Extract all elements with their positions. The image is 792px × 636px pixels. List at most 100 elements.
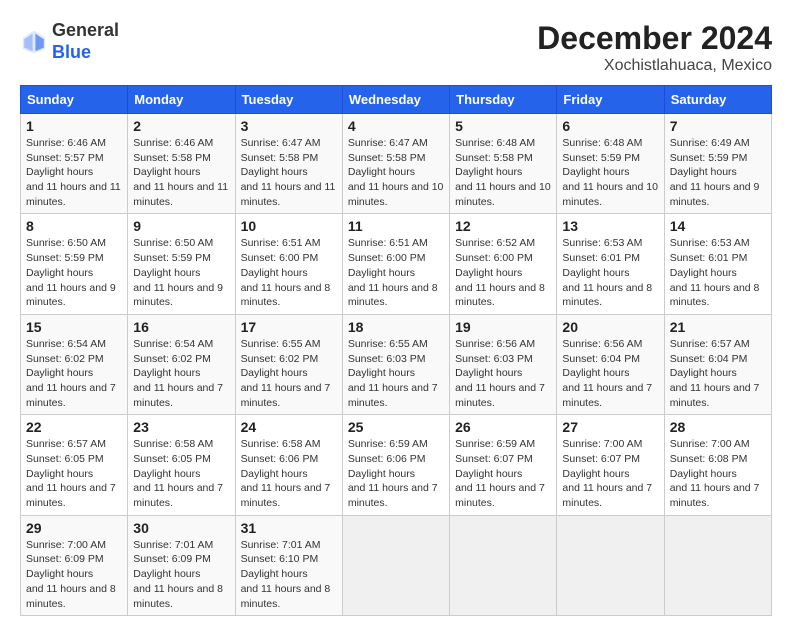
day-detail: Sunrise: 6:46 AM Sunset: 5:57 PM Dayligh… [26,136,122,209]
day-detail: Sunrise: 7:00 AM Sunset: 6:09 PM Dayligh… [26,538,122,611]
calendar-day-14: 14 Sunrise: 6:53 AM Sunset: 6:01 PM Dayl… [664,214,771,314]
day-number: 30 [133,520,229,536]
day-number: 26 [455,419,551,435]
calendar-day-27: 27 Sunrise: 7:00 AM Sunset: 6:07 PM Dayl… [557,415,664,515]
day-detail: Sunrise: 6:55 AM Sunset: 6:03 PM Dayligh… [348,337,444,410]
calendar-day-31: 31 Sunrise: 7:01 AM Sunset: 6:10 PM Dayl… [235,515,342,615]
calendar-empty-cell [557,515,664,615]
day-number: 5 [455,118,551,134]
day-detail: Sunrise: 6:53 AM Sunset: 6:01 PM Dayligh… [562,236,658,309]
logo: General Blue [20,20,119,63]
day-number: 25 [348,419,444,435]
day-number: 21 [670,319,766,335]
day-detail: Sunrise: 6:48 AM Sunset: 5:58 PM Dayligh… [455,136,551,209]
day-number: 27 [562,419,658,435]
calendar-day-20: 20 Sunrise: 6:56 AM Sunset: 6:04 PM Dayl… [557,314,664,414]
day-detail: Sunrise: 6:55 AM Sunset: 6:02 PM Dayligh… [241,337,337,410]
calendar-day-6: 6 Sunrise: 6:48 AM Sunset: 5:59 PM Dayli… [557,114,664,214]
day-detail: Sunrise: 6:48 AM Sunset: 5:59 PM Dayligh… [562,136,658,209]
day-number: 10 [241,218,337,234]
day-detail: Sunrise: 6:46 AM Sunset: 5:58 PM Dayligh… [133,136,229,209]
calendar-day-24: 24 Sunrise: 6:58 AM Sunset: 6:06 PM Dayl… [235,415,342,515]
day-number: 28 [670,419,766,435]
title-block: December 2024 Xochistlahuaca, Mexico [537,20,772,75]
day-detail: Sunrise: 6:58 AM Sunset: 6:06 PM Dayligh… [241,437,337,510]
day-detail: Sunrise: 6:56 AM Sunset: 6:03 PM Dayligh… [455,337,551,410]
calendar-header-tuesday: Tuesday [235,86,342,114]
day-number: 13 [562,218,658,234]
day-number: 6 [562,118,658,134]
calendar-day-25: 25 Sunrise: 6:59 AM Sunset: 6:06 PM Dayl… [342,415,449,515]
day-detail: Sunrise: 6:59 AM Sunset: 6:06 PM Dayligh… [348,437,444,510]
calendar-day-30: 30 Sunrise: 7:01 AM Sunset: 6:09 PM Dayl… [128,515,235,615]
calendar-day-11: 11 Sunrise: 6:51 AM Sunset: 6:00 PM Dayl… [342,214,449,314]
day-number: 2 [133,118,229,134]
day-number: 3 [241,118,337,134]
calendar-day-5: 5 Sunrise: 6:48 AM Sunset: 5:58 PM Dayli… [450,114,557,214]
day-detail: Sunrise: 6:53 AM Sunset: 6:01 PM Dayligh… [670,236,766,309]
day-detail: Sunrise: 6:56 AM Sunset: 6:04 PM Dayligh… [562,337,658,410]
calendar-day-8: 8 Sunrise: 6:50 AM Sunset: 5:59 PM Dayli… [21,214,128,314]
day-number: 7 [670,118,766,134]
calendar-day-15: 15 Sunrise: 6:54 AM Sunset: 6:02 PM Dayl… [21,314,128,414]
day-number: 31 [241,520,337,536]
calendar-day-28: 28 Sunrise: 7:00 AM Sunset: 6:08 PM Dayl… [664,415,771,515]
day-number: 4 [348,118,444,134]
calendar-table: SundayMondayTuesdayWednesdayThursdayFrid… [20,85,772,616]
calendar-week-1: 1 Sunrise: 6:46 AM Sunset: 5:57 PM Dayli… [21,114,772,214]
calendar-empty-cell [664,515,771,615]
day-detail: Sunrise: 6:57 AM Sunset: 6:05 PM Dayligh… [26,437,122,510]
day-detail: Sunrise: 7:01 AM Sunset: 6:09 PM Dayligh… [133,538,229,611]
day-detail: Sunrise: 7:01 AM Sunset: 6:10 PM Dayligh… [241,538,337,611]
day-number: 14 [670,218,766,234]
calendar-day-4: 4 Sunrise: 6:47 AM Sunset: 5:58 PM Dayli… [342,114,449,214]
calendar-day-23: 23 Sunrise: 6:58 AM Sunset: 6:05 PM Dayl… [128,415,235,515]
calendar-title: December 2024 [537,20,772,57]
day-detail: Sunrise: 6:54 AM Sunset: 6:02 PM Dayligh… [133,337,229,410]
calendar-day-9: 9 Sunrise: 6:50 AM Sunset: 5:59 PM Dayli… [128,214,235,314]
day-number: 19 [455,319,551,335]
calendar-day-18: 18 Sunrise: 6:55 AM Sunset: 6:03 PM Dayl… [342,314,449,414]
calendar-header-saturday: Saturday [664,86,771,114]
calendar-week-3: 15 Sunrise: 6:54 AM Sunset: 6:02 PM Dayl… [21,314,772,414]
calendar-header-row: SundayMondayTuesdayWednesdayThursdayFrid… [21,86,772,114]
calendar-week-2: 8 Sunrise: 6:50 AM Sunset: 5:59 PM Dayli… [21,214,772,314]
day-detail: Sunrise: 6:51 AM Sunset: 6:00 PM Dayligh… [348,236,444,309]
calendar-header-friday: Friday [557,86,664,114]
day-detail: Sunrise: 6:50 AM Sunset: 5:59 PM Dayligh… [26,236,122,309]
day-number: 20 [562,319,658,335]
day-detail: Sunrise: 6:59 AM Sunset: 6:07 PM Dayligh… [455,437,551,510]
calendar-day-1: 1 Sunrise: 6:46 AM Sunset: 5:57 PM Dayli… [21,114,128,214]
day-detail: Sunrise: 6:47 AM Sunset: 5:58 PM Dayligh… [241,136,337,209]
day-detail: Sunrise: 6:50 AM Sunset: 5:59 PM Dayligh… [133,236,229,309]
calendar-day-17: 17 Sunrise: 6:55 AM Sunset: 6:02 PM Dayl… [235,314,342,414]
day-detail: Sunrise: 6:57 AM Sunset: 6:04 PM Dayligh… [670,337,766,410]
calendar-day-22: 22 Sunrise: 6:57 AM Sunset: 6:05 PM Dayl… [21,415,128,515]
calendar-day-16: 16 Sunrise: 6:54 AM Sunset: 6:02 PM Dayl… [128,314,235,414]
calendar-day-21: 21 Sunrise: 6:57 AM Sunset: 6:04 PM Dayl… [664,314,771,414]
calendar-day-12: 12 Sunrise: 6:52 AM Sunset: 6:00 PM Dayl… [450,214,557,314]
day-number: 24 [241,419,337,435]
day-number: 1 [26,118,122,134]
calendar-day-3: 3 Sunrise: 6:47 AM Sunset: 5:58 PM Dayli… [235,114,342,214]
day-detail: Sunrise: 7:00 AM Sunset: 6:07 PM Dayligh… [562,437,658,510]
day-detail: Sunrise: 6:58 AM Sunset: 6:05 PM Dayligh… [133,437,229,510]
calendar-empty-cell [342,515,449,615]
page-header: General Blue December 2024 Xochistlahuac… [20,20,772,75]
day-detail: Sunrise: 6:51 AM Sunset: 6:00 PM Dayligh… [241,236,337,309]
day-number: 12 [455,218,551,234]
day-number: 17 [241,319,337,335]
day-number: 8 [26,218,122,234]
day-detail: Sunrise: 6:52 AM Sunset: 6:00 PM Dayligh… [455,236,551,309]
calendar-day-26: 26 Sunrise: 6:59 AM Sunset: 6:07 PM Dayl… [450,415,557,515]
calendar-day-10: 10 Sunrise: 6:51 AM Sunset: 6:00 PM Dayl… [235,214,342,314]
calendar-empty-cell [450,515,557,615]
day-number: 9 [133,218,229,234]
calendar-day-19: 19 Sunrise: 6:56 AM Sunset: 6:03 PM Dayl… [450,314,557,414]
day-number: 23 [133,419,229,435]
calendar-week-5: 29 Sunrise: 7:00 AM Sunset: 6:09 PM Dayl… [21,515,772,615]
day-number: 29 [26,520,122,536]
day-detail: Sunrise: 7:00 AM Sunset: 6:08 PM Dayligh… [670,437,766,510]
calendar-header-monday: Monday [128,86,235,114]
calendar-subtitle: Xochistlahuaca, Mexico [537,57,772,75]
